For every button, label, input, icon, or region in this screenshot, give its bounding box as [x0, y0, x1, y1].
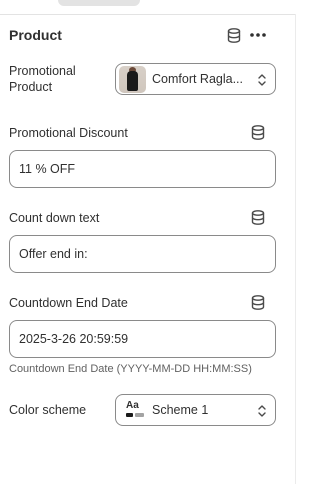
promotional-product-value: Comfort Ragla... [152, 72, 244, 86]
countdown-end-date-label: Countdown End Date [9, 296, 128, 310]
color-scheme-swatch-icon: Aa [125, 400, 145, 420]
panel-edge [295, 14, 296, 484]
top-divider [0, 14, 296, 15]
database-icon[interactable] [251, 125, 265, 145]
countdown-end-date-help: Countdown End Date (YYYY-MM-DD HH:MM:SS) [9, 363, 252, 375]
promotional-discount-input[interactable]: 11 % OFF [9, 150, 276, 188]
countdown-text-label: Count down text [9, 211, 100, 225]
settings-panel: Product Promotional Product Comfort Ragl… [0, 0, 296, 484]
countdown-text-input[interactable]: Offer end in: [9, 235, 276, 273]
promotional-discount-label: Promotional Discount [9, 126, 128, 140]
color-scheme-label: Color scheme [9, 403, 87, 417]
section-header: Product [9, 26, 279, 46]
promotional-product-picker[interactable]: Comfort Ragla... [115, 63, 276, 95]
section-title: Product [9, 27, 62, 43]
database-icon[interactable] [251, 210, 265, 230]
chevron-updown-icon [256, 72, 268, 88]
more-horizontal-icon[interactable] [249, 26, 267, 44]
color-scheme-value: Scheme 1 [152, 403, 209, 417]
product-thumbnail [119, 65, 146, 93]
countdown-end-date-input[interactable]: 2025-3-26 20:59:59 [9, 320, 276, 358]
color-scheme-select[interactable]: Aa Scheme 1 [115, 394, 276, 426]
database-icon[interactable] [225, 26, 243, 44]
top-tab-handle [58, 0, 140, 6]
promotional-product-label: Promotional Product [9, 64, 76, 94]
chevron-updown-icon [256, 403, 268, 419]
database-icon[interactable] [251, 295, 265, 315]
